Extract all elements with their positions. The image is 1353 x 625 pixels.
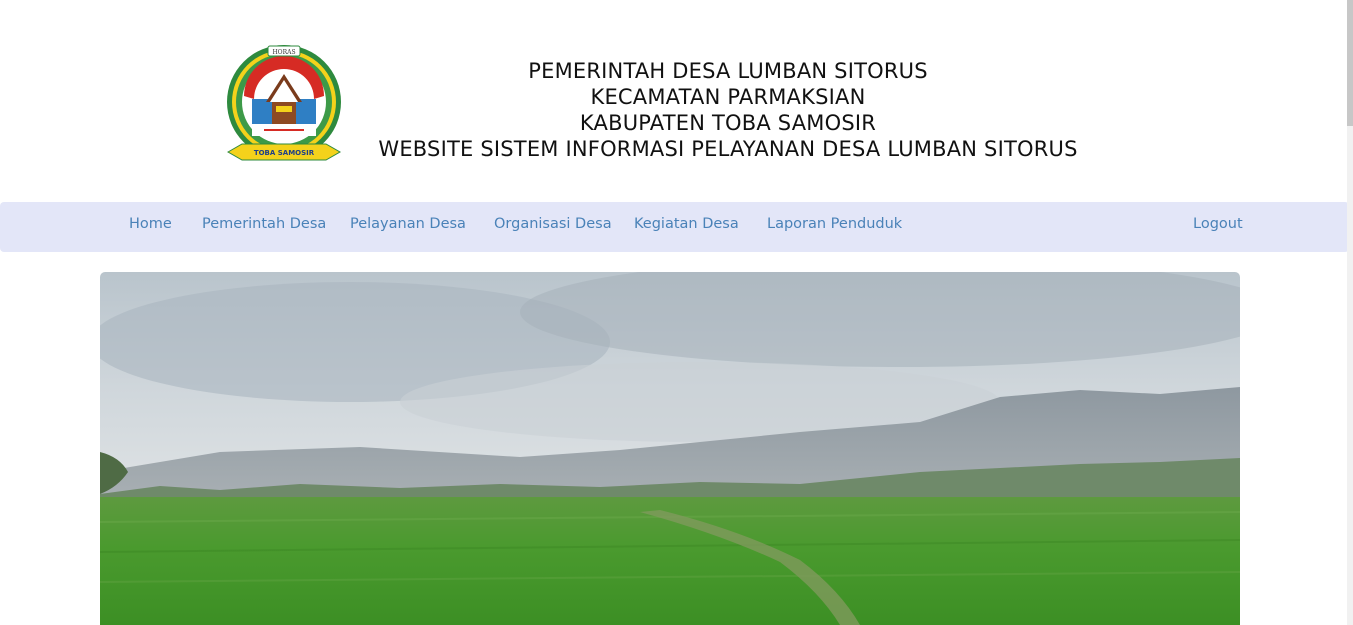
header-title-line-2: KECAMATAN PARMAKSIAN xyxy=(590,85,866,109)
header-title-block: PEMERINTAH DESA LUMBAN SITORUS KECAMATAN… xyxy=(330,58,1126,162)
logo-ribbon-text: TOBA SAMOSIR xyxy=(254,149,315,157)
header-title-line-4: WEBSITE SISTEM INFORMASI PELAYANAN DESA … xyxy=(378,137,1078,161)
main-navbar: Home Pemerintah Desa Pelayanan Desa Orga… xyxy=(0,202,1349,252)
village-logo: HORAS TOBA SAMOSIR xyxy=(226,45,342,161)
nav-home-link[interactable]: Home xyxy=(129,202,172,252)
nav-pelayanan-desa-link[interactable]: Pelayanan Desa xyxy=(350,202,466,252)
page: HORAS TOBA SAMOSIR PEMERINTAH DESA LUMBA… xyxy=(0,0,1353,625)
header-title-line-1: PEMERINTAH DESA LUMBAN SITORUS xyxy=(528,59,928,83)
hero-banner-image xyxy=(100,272,1240,625)
header-title-line-3: KABUPATEN TOBA SAMOSIR xyxy=(579,111,877,135)
nav-kegiatan-desa-link[interactable]: Kegiatan Desa xyxy=(634,202,739,252)
rice-field-landscape-image xyxy=(100,272,1240,625)
nav-pemerintah-desa-link[interactable]: Pemerintah Desa xyxy=(202,202,326,252)
nav-laporan-penduduk-link[interactable]: Laporan Penduduk xyxy=(767,202,902,252)
site-header: HORAS TOBA SAMOSIR PEMERINTAH DESA LUMBA… xyxy=(0,0,1349,200)
logo-top-text: HORAS xyxy=(272,49,295,56)
nav-logout-link[interactable]: Logout xyxy=(1193,202,1243,252)
nav-organisasi-desa-link[interactable]: Organisasi Desa xyxy=(494,202,612,252)
page-scrollbar[interactable] xyxy=(1347,0,1353,625)
page-scrollbar-thumb[interactable] xyxy=(1347,0,1353,126)
